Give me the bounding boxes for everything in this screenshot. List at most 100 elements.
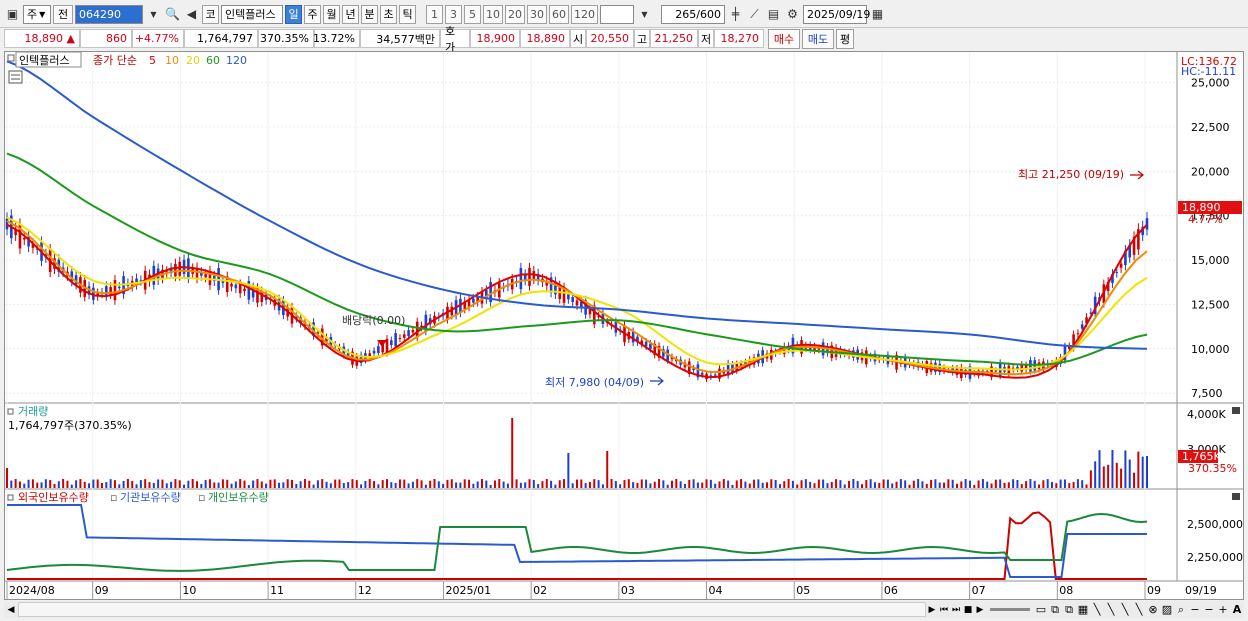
code-input[interactable]: 064290 [75, 4, 143, 24]
count-20-button[interactable]: 20 [505, 4, 525, 24]
count-120-button[interactable]: 120 [571, 4, 598, 24]
speaker-icon[interactable]: ◀ [183, 5, 200, 24]
search-icon[interactable]: ⌕ [1174, 603, 1188, 617]
image-icon[interactable]: ▨ [1160, 603, 1174, 616]
period-week-tab[interactable]: 주 [304, 4, 321, 24]
chevron-down-icon[interactable]: ▼ [636, 5, 653, 24]
volume-bar [269, 479, 272, 488]
count-30-button[interactable]: 30 [527, 4, 547, 24]
chart-svg[interactable]: 인텍플러스 종가 단순 5 10 20 60 120 LC:136.72 HC:… [5, 51, 1243, 599]
link-icon[interactable]: ⊗ [1146, 603, 1160, 616]
close-icon[interactable] [1232, 407, 1240, 414]
last-icon[interactable]: ⏭ [950, 605, 962, 615]
volume-bar [493, 480, 496, 488]
period-second-tab[interactable]: 초 [380, 4, 397, 24]
draw-icon[interactable]: ╲ [1090, 603, 1104, 616]
first-icon[interactable]: ⏮ [938, 605, 950, 615]
minus-icon[interactable]: − [1202, 603, 1216, 616]
market-select[interactable]: 주 ▼ [23, 4, 51, 24]
volume-bar [88, 483, 91, 488]
scroll-track[interactable] [18, 602, 926, 617]
volume-bar [174, 479, 177, 488]
candle-body [1119, 263, 1123, 268]
draw-icon[interactable]: ╲ [1132, 603, 1146, 616]
candle-body [394, 333, 397, 347]
volume-bar [675, 479, 678, 488]
stop-icon[interactable]: ■ [962, 605, 974, 615]
font-icon[interactable]: A [1230, 603, 1244, 616]
volume-bar [610, 479, 613, 488]
volume-bar [817, 479, 820, 488]
sell-button[interactable]: 매도 [802, 28, 834, 49]
volume-bar [291, 479, 293, 488]
draw-icon[interactable]: ╲ [1118, 603, 1132, 616]
volume-bar [295, 484, 298, 488]
plus-icon[interactable]: + [1216, 603, 1230, 616]
copy-icon[interactable]: ⧉ [1062, 603, 1076, 617]
next-icon[interactable]: ▶ [974, 605, 986, 615]
period-tick-tab[interactable]: 틱 [399, 4, 416, 24]
scroll-bar[interactable]: ◀ ▶ ⏮ ⏭ ■ ▶ ▭ ⧉ ⧉ ▦ ╲ ╲ ╲ ╲ ⊗ ▨ ⌕ − − + … [4, 601, 1244, 618]
volume-bar [960, 481, 963, 488]
volume-bar [861, 484, 863, 488]
period-month-tab[interactable]: 월 [323, 4, 340, 24]
volume-bar [1003, 482, 1006, 488]
gear-icon[interactable]: ⚙ [784, 5, 801, 24]
line-tool-icon[interactable]: ⟋ [746, 5, 763, 24]
buy-button[interactable]: 매수 [768, 28, 800, 49]
count-3-button[interactable]: 3 [445, 4, 462, 24]
volume-bar [981, 479, 984, 488]
custom-count-input[interactable] [600, 4, 634, 24]
volume-bar [571, 483, 574, 488]
search-icon[interactable]: 🔍 [164, 5, 181, 24]
close-icon[interactable] [1232, 493, 1240, 500]
volume-bar [567, 453, 570, 488]
volume-bar [10, 480, 13, 488]
volume-bar [636, 482, 639, 488]
volume-bar [157, 479, 160, 488]
period-day-tab[interactable]: 일 [285, 4, 302, 24]
date-field[interactable]: 2025/09/19 [803, 4, 870, 24]
period-minute-tab[interactable]: 분 [361, 4, 378, 24]
volume-bar [49, 479, 52, 488]
box-icon[interactable]: ▭ [1034, 603, 1048, 616]
volume-bar [1063, 479, 1066, 488]
eval-button[interactable]: 평 [836, 28, 854, 49]
count-10-button[interactable]: 10 [483, 4, 503, 24]
count-1-button[interactable]: 1 [426, 4, 443, 24]
count-5-button[interactable]: 5 [464, 4, 481, 24]
table-view-icon[interactable] [8, 70, 23, 84]
volume-bar [1102, 466, 1105, 488]
price-ticks: 25,00022,50020,00017,50015,00012,50010,0… [1191, 77, 1230, 401]
low-label: 저 [698, 29, 714, 48]
volume-bar [761, 482, 764, 488]
volume-bar [943, 482, 946, 488]
chevron-down-icon[interactable]: ▼ [145, 5, 162, 24]
volume-bar [131, 481, 134, 488]
calendar-icon[interactable]: ▦ [869, 5, 886, 24]
scroll-left-icon[interactable]: ◀ [4, 605, 18, 615]
prev-button[interactable]: 전 [53, 4, 73, 24]
display-count-field[interactable]: 265/600 [661, 4, 725, 24]
volume-bar [1111, 450, 1114, 488]
zoom-slider[interactable] [990, 608, 1030, 611]
window-menu-icon[interactable]: ▣ [4, 5, 21, 24]
chart-area[interactable]: 인텍플러스 종가 단순 5 10 20 60 120 LC:136.72 HC:… [4, 51, 1244, 600]
volume-bar [1012, 479, 1015, 488]
volume-bar [325, 481, 328, 488]
play-icon[interactable]: ▶ [926, 605, 938, 615]
draw-icon[interactable]: ╲ [1104, 603, 1118, 616]
volume-bar [727, 480, 730, 488]
candle-type-icon[interactable]: ╪ [727, 5, 744, 24]
minus-icon[interactable]: − [1188, 603, 1202, 616]
grid-icon[interactable]: ▦ [1076, 603, 1090, 616]
save-icon[interactable]: ▤ [765, 5, 782, 24]
count-60-button[interactable]: 60 [549, 4, 569, 24]
volume-bar [787, 479, 790, 488]
volume-bar [770, 479, 773, 488]
volume-bar [200, 483, 203, 488]
period-year-tab[interactable]: 년 [342, 4, 359, 24]
quote-button[interactable]: 코 [202, 4, 219, 24]
copy-icon[interactable]: ⧉ [1048, 603, 1062, 617]
volume-bar [524, 482, 527, 488]
